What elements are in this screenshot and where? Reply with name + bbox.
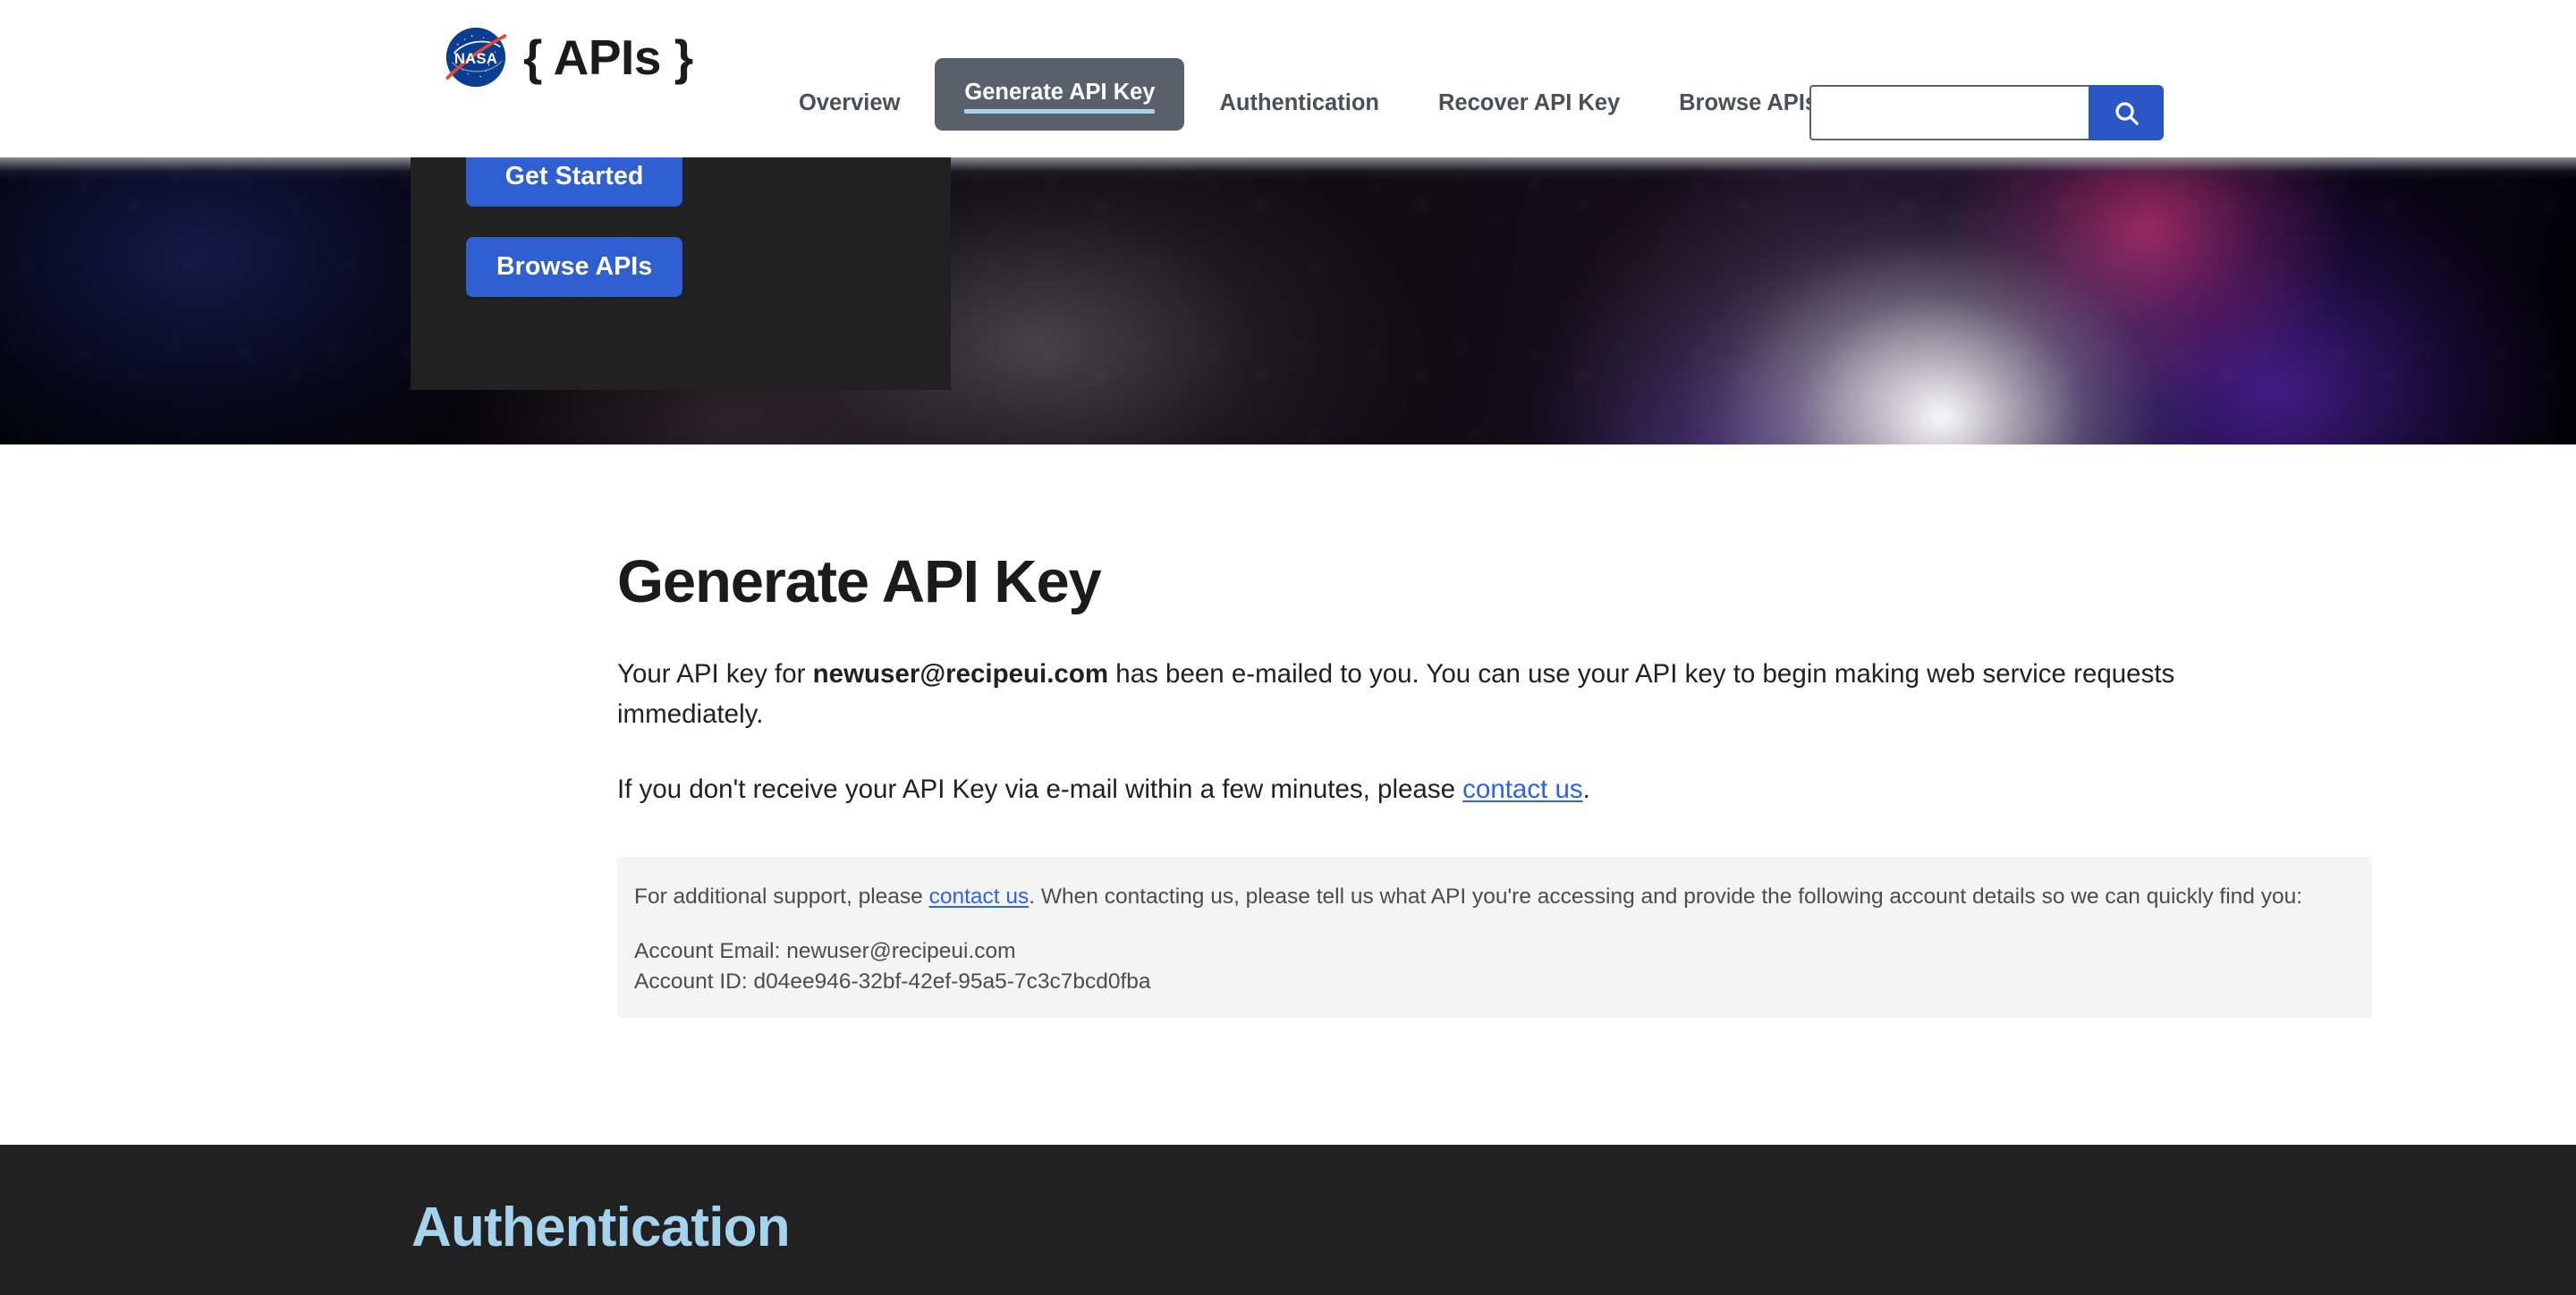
hero-banner: Get Started Browse APIs bbox=[0, 157, 2576, 444]
hero-blur-overlay bbox=[0, 157, 2576, 444]
hero-top-fade bbox=[0, 157, 2576, 181]
account-id-row: Account ID: d04ee946-32bf-42ef-95a5-7c3c… bbox=[634, 967, 2355, 997]
search-button[interactable] bbox=[2089, 85, 2164, 140]
account-email-value: newuser@recipeui.com bbox=[786, 939, 1016, 964]
search-input[interactable] bbox=[1809, 85, 2089, 140]
account-email-row: Account Email: newuser@recipeui.com bbox=[634, 936, 2355, 967]
nav-item-generate-api-key[interactable]: Generate API Key bbox=[935, 58, 1185, 131]
account-email-inline: newuser@recipeui.com bbox=[812, 658, 1109, 689]
nav-item-generate-api-key-label: Generate API Key bbox=[964, 80, 1156, 105]
api-key-confirmation-paragraph: Your API key for newuser@recipeui.com ha… bbox=[617, 655, 2317, 735]
nasa-logo-icon: NASA bbox=[445, 27, 507, 88]
hero-content-panel: Get Started Browse APIs bbox=[411, 157, 951, 390]
nav-item-authentication[interactable]: Authentication bbox=[1190, 91, 1409, 115]
account-details: Account Email: newuser@recipeui.com Acco… bbox=[634, 936, 2355, 997]
authentication-section: Authentication bbox=[0, 1145, 2576, 1295]
no-email-text-before: If you don't receive your API Key via e-… bbox=[617, 774, 1463, 805]
support-text-before: For additional support, please bbox=[634, 884, 929, 910]
account-id-label: Account ID: bbox=[634, 969, 754, 995]
search-icon bbox=[2114, 101, 2139, 125]
brand-title: { APIs } bbox=[523, 29, 693, 85]
support-contact-us-link[interactable]: contact us bbox=[929, 884, 1030, 909]
search-form bbox=[1809, 85, 2164, 140]
no-email-text-after: . bbox=[1582, 774, 1590, 805]
active-tab-underline bbox=[964, 108, 1156, 114]
main-content: Generate API Key Your API key for newuse… bbox=[0, 444, 2576, 1019]
authentication-section-title: Authentication bbox=[411, 1197, 791, 1258]
page-title: Generate API Key bbox=[617, 548, 1102, 615]
nav-item-overview[interactable]: Overview bbox=[769, 91, 929, 115]
support-text-after: . When contacting us, please tell us wha… bbox=[1029, 884, 2303, 910]
get-started-button[interactable]: Get Started bbox=[466, 157, 683, 207]
page-root: Get Started Browse APIs NASA {APIs} Ov… bbox=[0, 0, 2576, 1295]
support-text: For additional support, please contact u… bbox=[634, 881, 2350, 913]
confirmation-text-before: Your API key for bbox=[617, 658, 813, 689]
nav-item-recover-api-key[interactable]: Recover API Key bbox=[1409, 91, 1649, 115]
contact-us-link[interactable]: contact us bbox=[1462, 774, 1582, 804]
svg-text:NASA: NASA bbox=[454, 50, 497, 67]
main-navigation: Overview Generate API Key Authentication… bbox=[769, 58, 1847, 131]
no-email-paragraph: If you don't receive your API Key via e-… bbox=[617, 770, 2317, 810]
hero-button-group: Get Started Browse APIs bbox=[466, 157, 683, 297]
account-email-label: Account Email: bbox=[634, 939, 787, 964]
support-info-box: For additional support, please contact u… bbox=[617, 857, 2372, 1019]
brand[interactable]: NASA { APIs } bbox=[444, 25, 693, 89]
browse-apis-button[interactable]: Browse APIs bbox=[466, 237, 683, 297]
account-id-value: d04ee946-32bf-42ef-95a5-7c3c7bcd0fba bbox=[753, 969, 1151, 995]
site-header: NASA { APIs } Overview Generate API Key … bbox=[0, 0, 2576, 157]
